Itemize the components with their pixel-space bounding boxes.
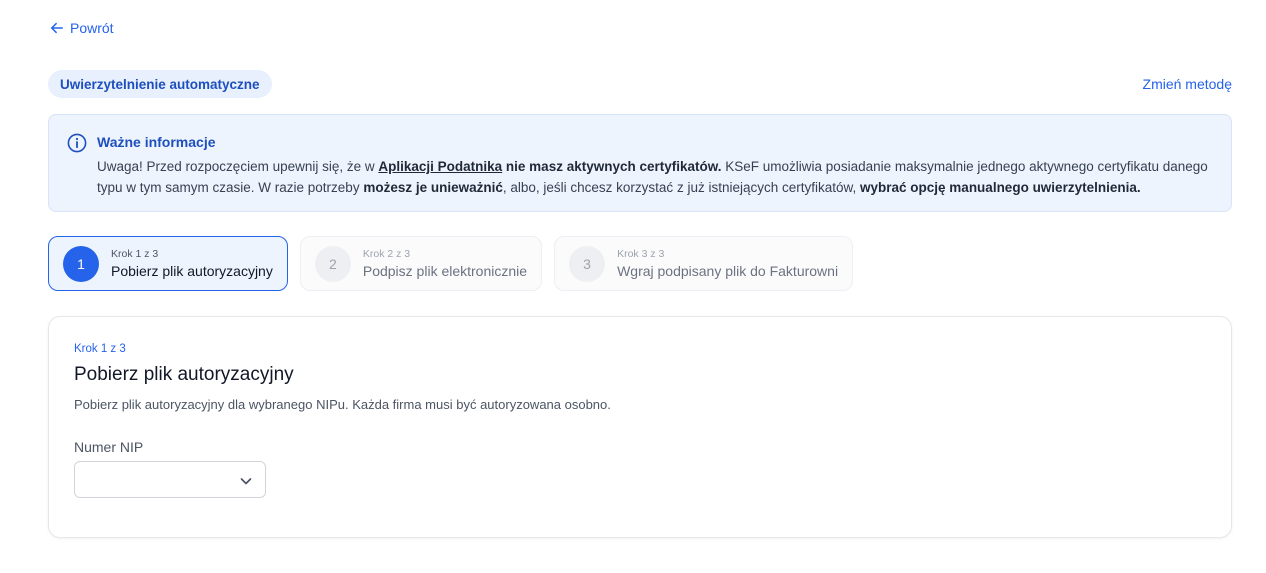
change-method-link[interactable]: Zmień metodę [1143, 76, 1232, 92]
step-number: 1 [63, 245, 99, 282]
step-title: Podpisz plik elektronicznie [362, 263, 528, 279]
card-step-label: Krok 1 z 3 [74, 343, 126, 355]
step-1[interactable]: 1 Krok 1 z 3 Pobierz plik autoryzacyjny [48, 236, 288, 291]
card-description: Pobierz plik autoryzacyjny dla wybranego… [74, 397, 611, 412]
step-number: 2 [314, 245, 351, 282]
auth-method-badge: Uwierzytelnienie automatyczne [48, 70, 272, 98]
important-info-box: Ważne informacje Uwaga! Przed rozpoczęci… [48, 114, 1232, 212]
step-title: Pobierz plik autoryzacyjny [111, 263, 273, 279]
nip-select[interactable] [74, 461, 266, 498]
step-sub-label: Krok 1 z 3 [111, 248, 159, 260]
step-number: 3 [569, 245, 606, 282]
taxpayer-app-link[interactable]: Aplikacji Podatnika [378, 159, 502, 174]
step-2[interactable]: 2 Krok 2 z 3 Podpisz plik elektronicznie [299, 236, 543, 291]
info-icon [67, 133, 87, 153]
info-text: Uwaga! Przed rozpoczęciem upewnij się, ż… [97, 159, 1208, 195]
back-label: Powrót [70, 20, 114, 36]
back-link[interactable]: Powrót [50, 20, 114, 36]
step-card: Krok 1 z 3 Pobierz plik autoryzacyjny Po… [48, 316, 1232, 538]
nip-label: Numer NIP [74, 439, 144, 455]
step-sub-label: Krok 2 z 3 [362, 248, 411, 260]
step-title: Wgraj podpisany plik do Fakturowni [617, 263, 839, 279]
arrow-left-icon [50, 22, 64, 34]
stepper: 1 Krok 1 z 3 Pobierz plik autoryzacyjny … [48, 236, 854, 291]
step-3[interactable]: 3 Krok 3 z 3 Wgraj podpisany plik do Fak… [554, 236, 854, 291]
info-title: Ważne informacje [97, 134, 216, 150]
card-title: Pobierz plik autoryzacyjny [74, 364, 294, 385]
step-sub-label: Krok 3 z 3 [617, 248, 665, 260]
chevron-down-icon [240, 478, 252, 485]
